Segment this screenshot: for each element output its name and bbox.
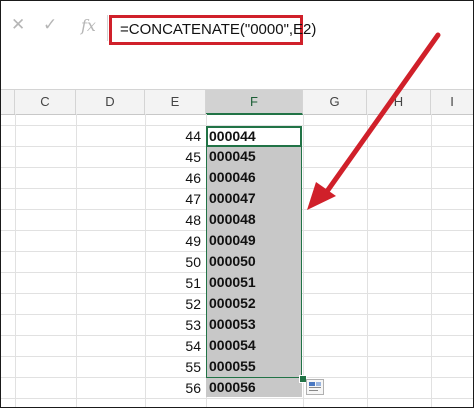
annotation-arrow-icon: [307, 32, 441, 210]
arrow-shaft: [320, 32, 441, 200]
spreadsheet-window: ✕ ✓ fx =CONCATENATE("0000",E2) C D E F G…: [0, 0, 474, 408]
